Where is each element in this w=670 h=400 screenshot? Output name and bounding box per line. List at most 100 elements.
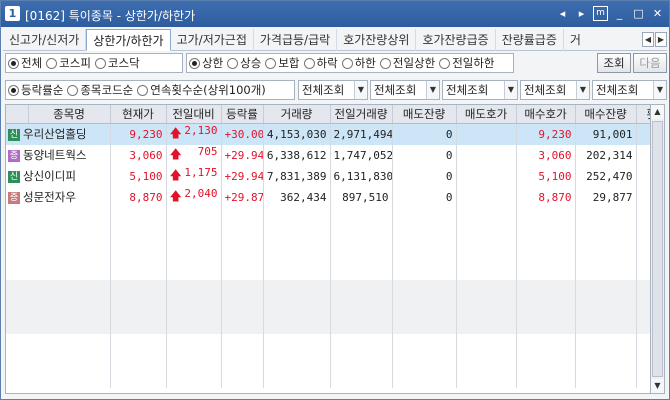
header-cell[interactable]: 매도호가 bbox=[456, 105, 517, 124]
radio-lower-limit[interactable]: 하한 bbox=[341, 55, 376, 71]
empty-cell bbox=[221, 207, 264, 226]
table-row[interactable]: 증 동양네트웍스 3,060 🡅 705 +29.94 6,338,612 1,747,052… bbox=[6, 144, 650, 166]
stock-name: 우리산업홀딩 bbox=[23, 127, 87, 141]
stock-name-cell[interactable]: 증 성문전자우 bbox=[6, 186, 111, 208]
header-cell bbox=[6, 105, 29, 124]
tab-quote-balance-surge[interactable]: 호가잔량급증 bbox=[416, 29, 496, 51]
prev-arrow-icon[interactable]: ◂ bbox=[555, 6, 570, 21]
empty-cell bbox=[263, 315, 331, 334]
tab-upper-lower-limit[interactable]: 상한가/하한가 bbox=[86, 29, 171, 51]
prev-volume-cell: 1,747,052 bbox=[330, 144, 393, 166]
tab-new-high-low[interactable]: 신고가/신저가 bbox=[3, 29, 87, 51]
chevron-down-icon[interactable]: ▼ bbox=[504, 81, 517, 99]
header-cell[interactable]: 전일거래량 bbox=[330, 105, 393, 124]
radio-kospi[interactable]: 코스피 bbox=[46, 55, 91, 71]
select-value: 전체조회 bbox=[596, 83, 639, 97]
select-value: 전체조회 bbox=[374, 83, 417, 97]
radio-label: 코스피 bbox=[59, 56, 91, 70]
radio-kosdaq[interactable]: 코스닥 bbox=[94, 55, 140, 71]
radio-prev-lower-limit[interactable]: 전일하한 bbox=[439, 55, 495, 71]
chevron-down-icon[interactable]: ▼ bbox=[426, 81, 439, 99]
filter-select-4[interactable]: 전체조회 ▼ bbox=[520, 80, 590, 100]
header-cell[interactable]: 종목명 bbox=[28, 105, 111, 124]
chevron-down-icon[interactable]: ▼ bbox=[653, 81, 666, 99]
radio-sort-code[interactable]: 종목코드순 bbox=[67, 82, 133, 98]
empty-cell bbox=[263, 261, 331, 280]
filter-select-3[interactable]: 전체조회 ▼ bbox=[442, 80, 518, 100]
empty-cell bbox=[110, 351, 167, 370]
header-cell[interactable]: 매수호가 bbox=[516, 105, 576, 124]
stock-name-cell[interactable]: 증 동양네트웍스 bbox=[6, 144, 111, 166]
tab-quote-balance-top[interactable]: 호가잔량상위 bbox=[337, 29, 417, 51]
radio-all-market[interactable]: 전체 bbox=[8, 55, 42, 71]
empty-cell bbox=[6, 279, 111, 298]
scroll-up-icon[interactable]: ▲ bbox=[651, 105, 664, 119]
filter-select-1[interactable]: 전체조회 ▼ bbox=[298, 80, 368, 100]
tab-near-high-low[interactable]: 고가/저가근접 bbox=[171, 29, 254, 51]
chevron-down-icon[interactable]: ▼ bbox=[576, 81, 589, 99]
vertical-scrollbar[interactable]: ▲ ▼ bbox=[651, 104, 665, 394]
empty-cell bbox=[6, 369, 111, 388]
up-arrow-icon: 🡅 bbox=[169, 125, 182, 140]
scroll-down-icon[interactable]: ▼ bbox=[651, 379, 664, 393]
window-number-badge[interactable]: 1 bbox=[5, 6, 20, 21]
radio-upper-limit[interactable]: 상한 bbox=[189, 55, 223, 71]
empty-cell bbox=[456, 315, 517, 334]
empty-cell bbox=[6, 351, 111, 370]
table-row[interactable]: 증 성문전자우 8,870 🡅 2,040 +29.87 362,434 897,510 0 8,… bbox=[6, 186, 650, 208]
header-cell[interactable]: 등락률 bbox=[221, 105, 264, 124]
empty-cell bbox=[330, 369, 393, 388]
tab-scroll-left-icon[interactable]: ◀ bbox=[642, 32, 654, 47]
sort-filter-group: 등락률순 종목코드순 연속횟수순(상위100개) bbox=[5, 80, 295, 100]
filter-select-2[interactable]: 전체조회 ▼ bbox=[370, 80, 440, 100]
table-row[interactable]: 신 우리산업홀딩 9,230 🡅 2,130 +30.00 4,153,030 2,971,4… bbox=[6, 123, 650, 145]
empty-cell bbox=[575, 369, 637, 388]
stock-name: 상신이디피 bbox=[23, 169, 76, 183]
tab-volume[interactable]: 거 bbox=[564, 29, 587, 51]
empty-cell bbox=[456, 279, 517, 298]
close-icon[interactable]: ✕ bbox=[650, 6, 665, 21]
price-cell: 8,870 bbox=[110, 186, 167, 208]
filter-select-5[interactable]: 전체조회 ▼ bbox=[592, 80, 667, 100]
empty-cell bbox=[263, 333, 331, 352]
minimize-icon[interactable]: _ bbox=[612, 6, 627, 21]
header-cell[interactable]: 전일대비 bbox=[166, 105, 222, 124]
header-cell[interactable]: 매수잔량 bbox=[575, 105, 637, 124]
tab-balance-rate-surge[interactable]: 잔량률급증 bbox=[496, 29, 564, 51]
header-cell[interactable]: 매도잔량 bbox=[392, 105, 457, 124]
radio-unchanged[interactable]: 보합 bbox=[265, 55, 300, 71]
query-button[interactable]: 조회 bbox=[597, 53, 631, 73]
chevron-down-icon[interactable]: ▼ bbox=[354, 81, 367, 99]
empty-cell bbox=[636, 225, 650, 244]
empty-row bbox=[6, 333, 650, 352]
radio-sort-rate[interactable]: 등락률순 bbox=[8, 82, 63, 98]
prev-volume-cell: 6,131,830 bbox=[330, 165, 393, 187]
radio-fall[interactable]: 하락 bbox=[303, 55, 338, 71]
header-cell[interactable]: 거래량 bbox=[263, 105, 331, 124]
ask-cell bbox=[456, 144, 517, 166]
stock-name-cell[interactable]: 신 상신이디피 bbox=[6, 165, 111, 187]
empty-cell bbox=[330, 297, 393, 316]
table-row[interactable]: 신 상신이디피 5,100 🡅 1,175 +29.94 7,831,389 6,131,83… bbox=[6, 165, 650, 187]
count-cell: 1 bbox=[636, 165, 650, 187]
header-cell[interactable]: 현재가 bbox=[110, 105, 167, 124]
radio-label: 전체 bbox=[21, 56, 43, 70]
title-bar[interactable]: 1 [0162] 특이종목 - 상한가/하한가 ◂ ▸ m _ □ ✕ bbox=[1, 1, 669, 27]
empty-cell bbox=[575, 333, 637, 352]
stock-name: 동양네트웍스 bbox=[23, 148, 87, 162]
tab-scroll-right-icon[interactable]: ▶ bbox=[655, 32, 667, 47]
scroll-thumb[interactable] bbox=[652, 121, 663, 377]
tab-price-surge-drop[interactable]: 가격급등/급락 bbox=[254, 29, 338, 51]
next-arrow-icon[interactable]: ▸ bbox=[574, 6, 589, 21]
change-cell: 🡅 1,175 bbox=[166, 165, 222, 187]
select-value: 전체조회 bbox=[524, 83, 567, 97]
m-button[interactable]: m bbox=[593, 6, 608, 21]
stock-name-cell[interactable]: 신 우리산업홀딩 bbox=[6, 123, 111, 145]
change-value: 2,040 bbox=[184, 186, 218, 200]
header-cell[interactable]: 횟수 bbox=[636, 105, 650, 124]
radio-prev-upper-limit[interactable]: 전일상한 bbox=[379, 55, 435, 71]
maximize-icon[interactable]: □ bbox=[631, 6, 646, 21]
next-button[interactable]: 다음 bbox=[633, 53, 667, 73]
radio-rise[interactable]: 상승 bbox=[227, 55, 261, 71]
radio-sort-consecutive[interactable]: 연속횟수순(상위100개) bbox=[137, 82, 266, 98]
